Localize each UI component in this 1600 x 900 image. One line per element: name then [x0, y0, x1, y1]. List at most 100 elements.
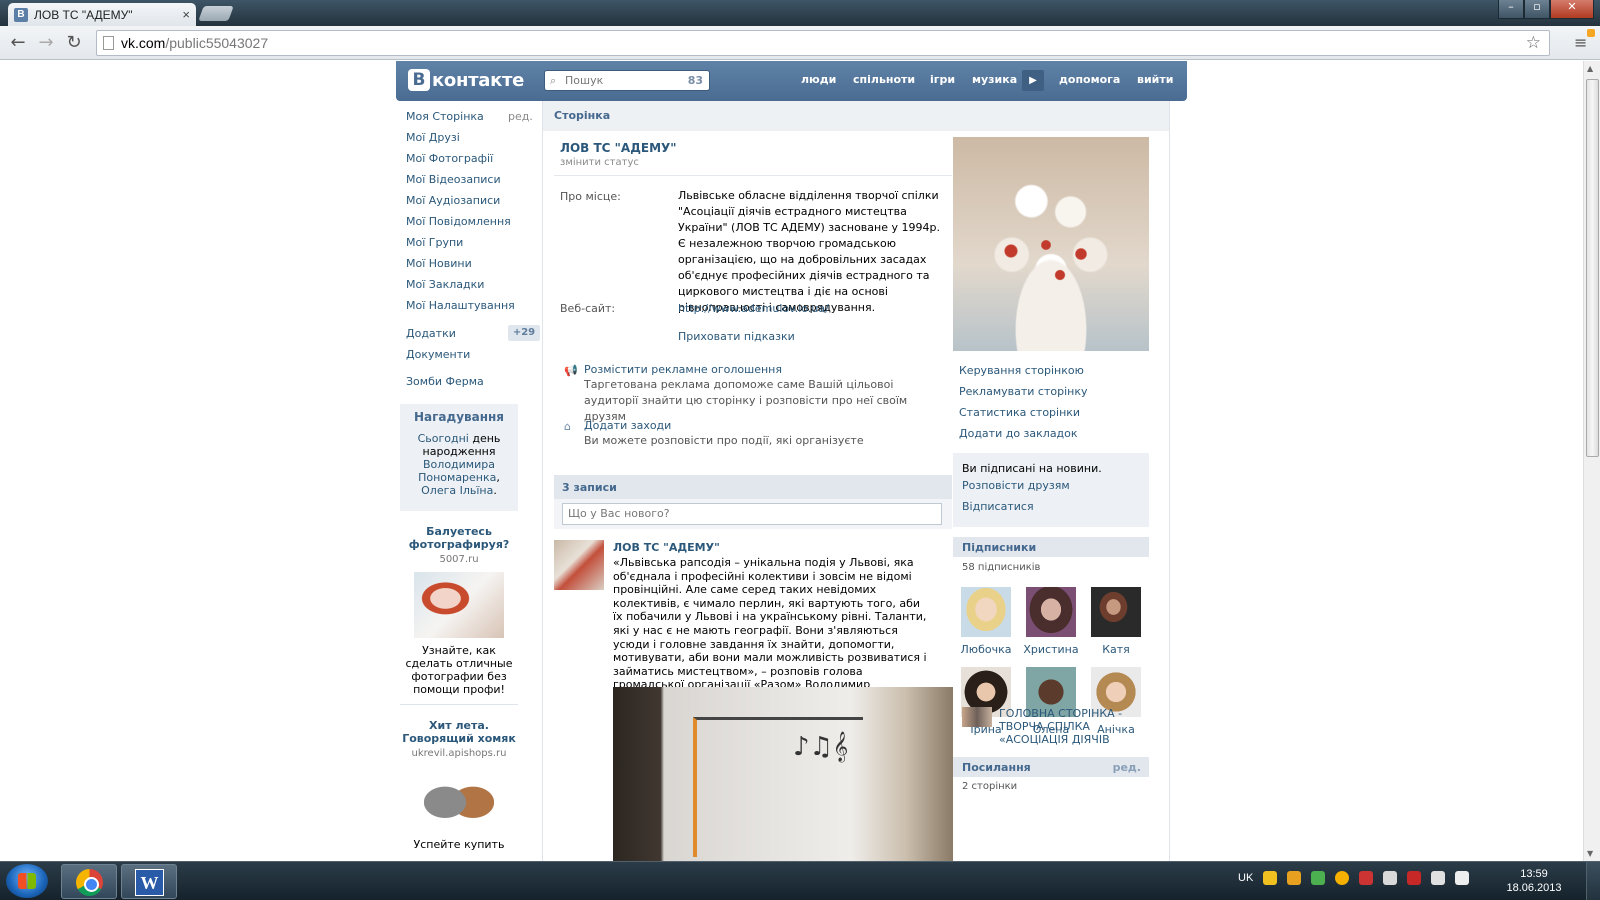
nav-help[interactable]: допомога [1059, 73, 1120, 86]
website-link[interactable]: http://www.ademulov.io.ua/ [678, 302, 829, 315]
tell-friends-link[interactable]: Розповісти друзям [962, 479, 1149, 492]
sidebar-item-bookmarks[interactable]: Мої Закладки [406, 278, 484, 291]
post-photo[interactable]: ♪♫𝄞 [613, 687, 953, 861]
update-icon[interactable] [1335, 871, 1350, 885]
action-center-icon[interactable] [1431, 871, 1446, 885]
link-title[interactable]: ГОЛОВНА СТОРІНКА - ТВОРЧА СПІЛКА «АСОЦІА… [999, 707, 1139, 746]
subscriber-item[interactable]: Катя [1086, 587, 1146, 656]
subscriber-name[interactable]: Христина [1021, 643, 1081, 656]
links-header[interactable]: Посилання ред. [953, 757, 1149, 777]
ad-block-2[interactable]: Хит лета. Говорящий хомяк ukrevil.apisho… [400, 719, 518, 851]
system-clock[interactable]: 13:59 18.06.2013 [1502, 867, 1566, 895]
subscriber-name[interactable]: Любочка [956, 643, 1016, 656]
link-thumbnail[interactable] [962, 707, 992, 727]
new-tab-button[interactable] [198, 6, 234, 21]
avatar[interactable] [961, 587, 1011, 637]
online-friends-count[interactable]: 83 [688, 71, 703, 90]
sidebar-item-groups[interactable]: Мої Групи [406, 236, 463, 249]
wall-header[interactable]: 3 записи [554, 475, 952, 499]
hide-hints-link[interactable]: Приховати підказки [678, 330, 795, 343]
show-desktop-button[interactable] [1586, 862, 1600, 900]
subscriber-item[interactable]: Христина [1021, 587, 1081, 656]
birthday-person-2[interactable]: Олега Ільїна [421, 484, 493, 497]
nav-games[interactable]: ігри [930, 73, 955, 86]
ad-block-1[interactable]: Балуетесь фотографируя? 5007.ru Узнайте,… [400, 525, 518, 696]
taskbar-chrome[interactable] [61, 864, 117, 899]
sidebar-item-settings[interactable]: Мої Налаштування [406, 299, 515, 312]
minimize-button[interactable]: – [1498, 0, 1524, 19]
nav-music[interactable]: музика [972, 73, 1017, 86]
ad-image-bride[interactable] [414, 572, 504, 638]
scroll-down-icon[interactable]: ▼ [1587, 849, 1593, 858]
maximize-button[interactable]: ▫ [1524, 0, 1550, 19]
sidebar-edit-link[interactable]: ред. [508, 110, 533, 123]
avatar[interactable] [1091, 587, 1141, 637]
vk-logo[interactable]: В контакте [408, 69, 524, 91]
promo-title[interactable]: Додати заходи [584, 419, 944, 432]
sidebar-item-zombie-farm[interactable]: Зомби Ферма [406, 375, 484, 388]
change-status-link[interactable]: змінити статус [560, 157, 677, 168]
start-button[interactable] [6, 864, 48, 898]
sidebar-item-friends[interactable]: Мої Друзі [406, 131, 460, 144]
add-bookmark-link[interactable]: Додати до закладок [959, 427, 1078, 440]
birthday-person-1[interactable]: Володимира Пономаренка [418, 458, 496, 484]
sidebar-item-audio[interactable]: Мої Аудіозаписи [406, 194, 500, 207]
update-badge [1587, 29, 1595, 37]
back-icon[interactable]: ← [6, 31, 30, 55]
nav-communities[interactable]: спільноти [853, 73, 915, 86]
page-scrollbar[interactable]: ▲ ▼ [1583, 61, 1600, 861]
tray-warning-icon[interactable] [1287, 871, 1302, 885]
language-indicator[interactable]: UK [1238, 872, 1253, 884]
sidebar-item-photos[interactable]: Мої Фотографії [406, 152, 493, 165]
subscriber-item[interactable]: Любочка [956, 587, 1016, 656]
reload-icon[interactable]: ↻ [62, 31, 86, 55]
apps-count-badge[interactable]: +29 [508, 325, 540, 341]
divider [554, 175, 952, 176]
browser-menu-icon[interactable]: ≡ [1574, 29, 1595, 53]
media-player-icon[interactable] [1263, 871, 1278, 885]
today-link[interactable]: Сьогодні [418, 432, 469, 445]
scrollbar-thumb[interactable] [1586, 79, 1599, 457]
scroll-up-icon[interactable]: ▲ [1587, 64, 1593, 73]
music-play-icon[interactable]: ▶ [1022, 70, 1044, 91]
unsubscribe-link[interactable]: Відписатися [962, 500, 1149, 513]
search-input[interactable]: ⌕ Пошук 83 [544, 70, 710, 91]
sidebar-item-news[interactable]: Мої Новини [406, 257, 472, 270]
tab-close-icon[interactable]: × [182, 7, 190, 22]
forward-icon[interactable]: → [34, 31, 58, 55]
breadcrumb[interactable]: Сторінка [543, 101, 1169, 131]
links-edit-link[interactable]: ред. [1113, 761, 1141, 774]
nav-people[interactable]: люди [801, 73, 836, 86]
subscriber-name[interactable]: Катя [1086, 643, 1146, 656]
nvidia-icon[interactable] [1311, 871, 1326, 885]
taskbar-word[interactable]: W [121, 864, 177, 899]
nav-logout[interactable]: вийти [1137, 73, 1173, 86]
window-close-button[interactable]: ✕ [1550, 0, 1594, 19]
avatar[interactable] [1026, 587, 1076, 637]
sidebar-item-videos[interactable]: Мої Відеозаписи [406, 173, 501, 186]
bookmark-star-icon[interactable]: ☆ [1526, 31, 1541, 55]
ad-title[interactable]: Балуетесь фотографируя? [400, 525, 518, 551]
promo-title[interactable]: Розмістити рекламне оголошення [584, 363, 944, 376]
antivirus-icon[interactable] [1407, 871, 1422, 885]
sidebar-item-messages[interactable]: Мої Повідомлення [406, 215, 511, 228]
advertise-page-link[interactable]: Рекламувати сторінку [959, 385, 1087, 398]
ad-image-hamster[interactable] [424, 766, 494, 832]
ad-title[interactable]: Хит лета. Говорящий хомяк [400, 719, 518, 745]
post-author[interactable]: ЛОВ ТС "АДЕМУ" [613, 541, 720, 554]
address-bar[interactable]: vk.com/public55043027 ☆ [96, 30, 1550, 56]
wall-post-input[interactable]: Що у Вас нового? [562, 503, 942, 525]
speaker-icon[interactable] [1455, 871, 1470, 885]
sidebar-item-documents[interactable]: Документи [406, 348, 470, 361]
post-avatar[interactable] [554, 540, 604, 590]
promo-advertise: 📢 Розмістити рекламне оголошення Таргето… [564, 363, 944, 425]
page-cover-photo[interactable] [953, 137, 1149, 351]
sidebar-item-my-page[interactable]: Моя Сторінка [406, 110, 484, 123]
volume-icon[interactable] [1383, 871, 1398, 885]
browser-tab[interactable]: В ЛОВ ТС "АДЕМУ" × [8, 3, 196, 26]
manage-page-link[interactable]: Керування сторінкою [959, 364, 1084, 377]
network-error-icon[interactable] [1359, 871, 1374, 885]
page-stats-link[interactable]: Статистика сторінки [959, 406, 1080, 419]
subscribers-header[interactable]: Підписники [953, 537, 1149, 557]
sidebar-item-apps[interactable]: Додатки [406, 327, 456, 340]
